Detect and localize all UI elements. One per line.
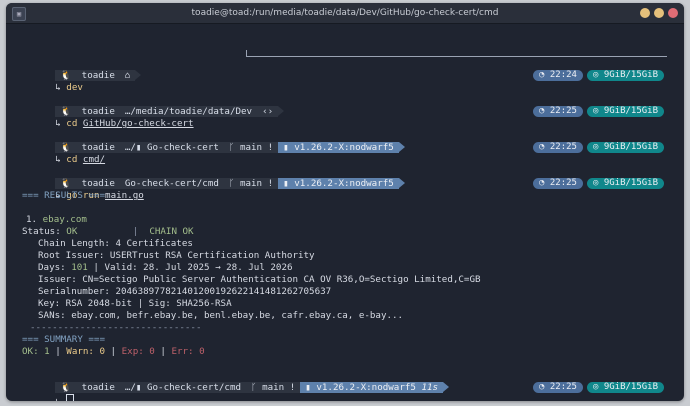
prompt-line: 🐧 toadie Go-check-cert/cmd ᚴ main ! ▮ v1.26.… bbox=[22, 166, 405, 189]
command-line: ↳ cd GitHub/go-check-cert bbox=[55, 118, 194, 129]
right-status: ◔ 22:25 ◎ 9GiB/15GiB bbox=[533, 178, 664, 189]
prompt-line: 🐧 toadie …/▮ Go-check-cert/cmd ᚴ main ! ▮ v1… bbox=[22, 370, 450, 393]
time-badge: ◔ 22:25 bbox=[533, 106, 583, 117]
command-line: ↳ go run main.go bbox=[55, 190, 144, 201]
right-status: ◔ 22:24 ◎ 9GiB/15GiB bbox=[533, 70, 664, 81]
title-bar: ▣ toadie@toad:/run/media/toadie/data/Dev… bbox=[6, 3, 684, 24]
prompt-user: toadie bbox=[76, 70, 120, 81]
results-header: === RESULTS === bbox=[22, 190, 105, 201]
time-badge: ◔ 22:25 bbox=[533, 142, 583, 153]
terminal-cursor bbox=[66, 394, 75, 401]
command-line: ↳ dev bbox=[55, 82, 83, 93]
key-sig: Key: RSA 2048-bit | Sig: SHA256-RSA bbox=[38, 298, 232, 309]
right-status: ◔ 22:25 ◎ 9GiB/15GiB bbox=[533, 142, 664, 153]
go-version: ▮ v1.26.2-X:nodwarf5 bbox=[278, 142, 399, 153]
command-text: dev bbox=[66, 82, 83, 93]
command-line: ↳ cd cmd/ bbox=[55, 154, 106, 165]
memory-badge: ◎ 9GiB/15GiB bbox=[586, 142, 664, 153]
divider: ------------------------------- bbox=[30, 322, 202, 333]
days-line: Days: 101 | Valid: 28. Jul 2025 → 28. Ju… bbox=[38, 262, 293, 273]
window-title: toadie@toad:/run/media/toadie/data/Dev/G… bbox=[191, 8, 499, 18]
prompt-line: 🐧 toadie …/▮ Go-check-cert ᚴ main ! ▮ v1.26.… bbox=[22, 130, 405, 153]
input-line[interactable]: ↳ bbox=[22, 382, 75, 401]
home-icon: ⌂ bbox=[119, 70, 136, 81]
prompt-line: 🐧 toadie …/media/toadie/data/Dev ‹› bbox=[22, 94, 285, 117]
status-line: Status: OK | CHAIN OK bbox=[22, 226, 194, 237]
time-badge: ◔ 22:25 bbox=[533, 382, 583, 393]
close-button[interactable] bbox=[668, 8, 678, 18]
chain-length: Chain Length: 4 Certificates bbox=[38, 238, 193, 249]
terminal-window: ▣ toadie@toad:/run/media/toadie/data/Dev… bbox=[6, 3, 684, 401]
summary-header: === SUMMARY === bbox=[22, 334, 105, 345]
terminal-app-icon: ▣ bbox=[12, 7, 26, 21]
right-status: ◔ 22:25 ◎ 9GiB/15GiB bbox=[533, 106, 664, 117]
scroll-indicator bbox=[246, 50, 667, 57]
memory-badge: ◎ 9GiB/15GiB bbox=[586, 70, 664, 81]
time-badge: ◔ 22:24 bbox=[533, 70, 583, 81]
git-branch: ᚴ main ! bbox=[223, 142, 279, 153]
summary-line: OK: 1 | Warn: 0 | Exp: 0 | Err: 0 bbox=[22, 346, 205, 357]
memory-badge: ◎ 9GiB/15GiB bbox=[586, 382, 664, 393]
serialnumber: Serialnumber: 20463897782140120019262214… bbox=[38, 286, 332, 297]
sans: SANs: ebay.com, befr.ebay.be, benl.ebay.… bbox=[38, 310, 404, 321]
result-item-title: 1. ebay.com bbox=[26, 214, 87, 225]
maximize-button[interactable] bbox=[654, 8, 664, 18]
prompt-line: 🐧 toadie ⌂ bbox=[22, 58, 142, 81]
right-status: ◔ 22:25 ◎ 9GiB/15GiB bbox=[533, 382, 664, 393]
memory-badge: ◎ 9GiB/15GiB bbox=[586, 178, 664, 189]
issuer: Issuer: CN=Sectigo Public Server Authent… bbox=[38, 274, 481, 285]
root-issuer: Root Issuer: USERTrust RSA Certification… bbox=[38, 250, 315, 261]
memory-badge: ◎ 9GiB/15GiB bbox=[586, 106, 664, 117]
time-badge: ◔ 22:25 bbox=[533, 178, 583, 189]
duration: 11s bbox=[421, 382, 439, 393]
minimize-button[interactable] bbox=[640, 8, 650, 18]
